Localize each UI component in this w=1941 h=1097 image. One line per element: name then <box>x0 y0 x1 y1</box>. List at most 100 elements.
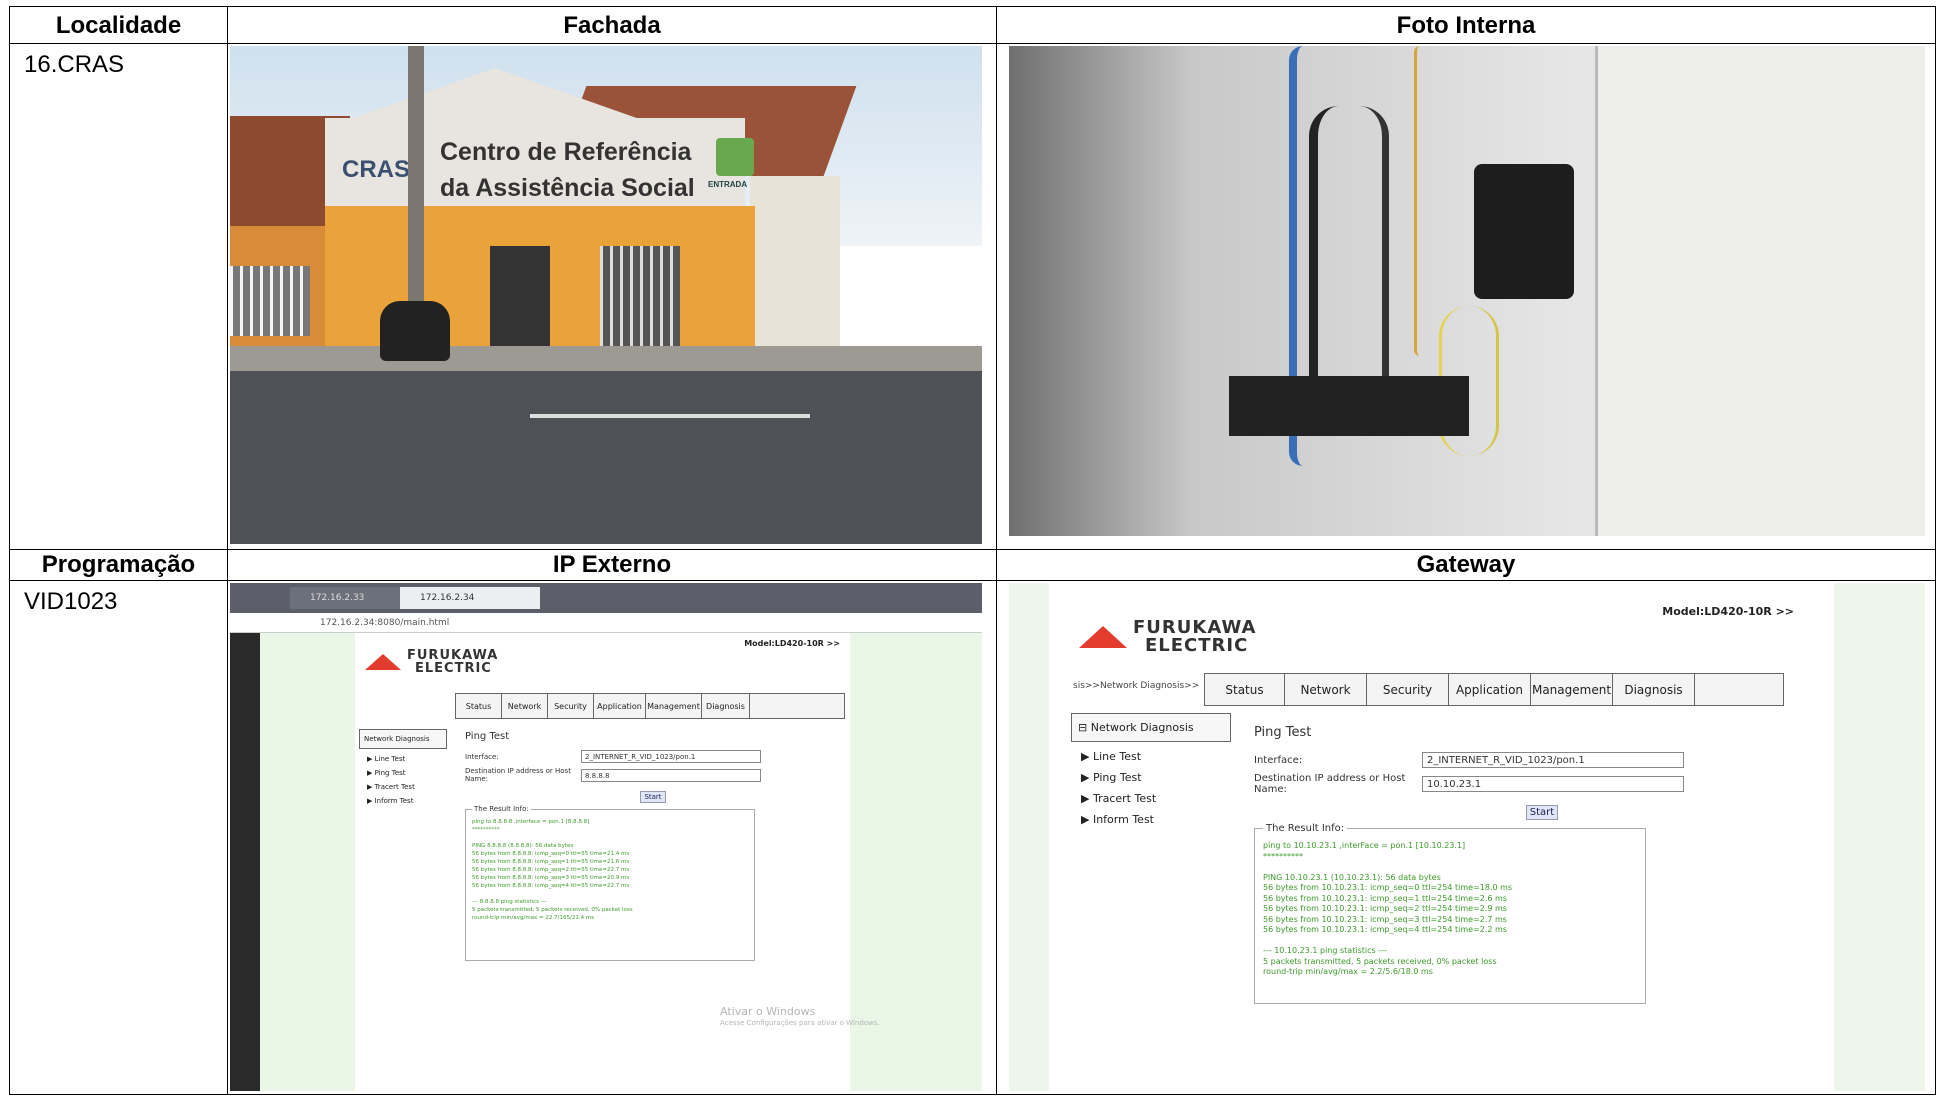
side-nav-head[interactable]: Network Diagnosis <box>359 729 447 749</box>
side-nav-head-label: Network Diagnosis <box>1090 721 1194 734</box>
menu-management[interactable]: Management <box>646 694 702 718</box>
gateway-screenshot: FURUKAWA ELECTRIC Model:LD420-10R >> sis… <box>1009 583 1925 1091</box>
model-link[interactable]: Model:LD420-10R >> <box>1662 605 1794 618</box>
sign-text: Centro de Referência da Assistência Soci… <box>440 134 695 206</box>
side-item-label: Line Test <box>1092 750 1142 763</box>
start-button[interactable]: Start <box>1526 805 1558 820</box>
sign-line-2: da Assistência Social <box>440 174 695 202</box>
interior-panel <box>1595 46 1925 536</box>
browser-titlebar: 172.16.2.33 172.16.2.34 <box>230 583 982 613</box>
result-title: The Result Info: <box>472 805 531 813</box>
interface-label: Interface: <box>1254 754 1303 766</box>
interface-label: Interface: <box>465 752 499 761</box>
header-fachada: Fachada <box>227 6 997 44</box>
result-text: ping to 10.10.23.1 ,interFace = pon.1 [1… <box>1263 841 1513 976</box>
street-stripe <box>530 414 810 418</box>
side-item-line-test[interactable]: ▶ Line Test <box>359 749 447 763</box>
page-title: Ping Test <box>1254 725 1312 740</box>
cras-logo: CRAS <box>342 156 411 183</box>
menu-security[interactable]: Security <box>1367 674 1449 705</box>
browser-tab-2[interactable]: 172.16.2.34 <box>400 587 540 609</box>
side-item-tracert-test[interactable]: ▶ Tracert Test <box>359 777 447 791</box>
page-title: Ping Test <box>465 731 510 742</box>
side-nav: ⊟ Network Diagnosis ▶ Line Test ▶ Ping T… <box>1071 713 1231 826</box>
door <box>490 246 550 356</box>
menu-network[interactable]: Network <box>1285 674 1367 705</box>
browser-tab-1[interactable]: 172.16.2.33 <box>290 587 400 609</box>
gateway-cell: FURUKAWA ELECTRIC Model:LD420-10R >> sis… <box>996 580 1936 1095</box>
house-right <box>750 176 840 356</box>
sign-line-1: Centro de Referência <box>440 138 692 166</box>
dest-row: Destination IP address or Host Name: 10.… <box>1254 773 1814 795</box>
top-menu: Status Network Security Application Mana… <box>455 693 845 719</box>
brand-text: FURUKAWA ELECTRIC <box>1133 619 1256 655</box>
side-item-tracert-test[interactable]: ▶ Tracert Test <box>1071 784 1231 805</box>
menu-application[interactable]: Application <box>594 694 646 718</box>
side-item-label: Inform Test <box>1092 813 1154 826</box>
header-foto-interna: Foto Interna <box>996 6 1936 44</box>
interface-select[interactable]: 2_INTERNET_R_VID_1023/pon.1 <box>581 750 761 763</box>
windows-watermark-sub: Acesse Configurações para ativar o Windo… <box>720 1019 880 1027</box>
result-title: The Result Info: <box>1263 823 1348 834</box>
side-item-label: Ping Test <box>1092 771 1142 784</box>
menu-network[interactable]: Network <box>502 694 548 718</box>
side-item-ping-test[interactable]: ▶ Ping Test <box>1071 763 1231 784</box>
menu-management[interactable]: Management <box>1531 674 1613 705</box>
street <box>230 371 982 544</box>
interior-photo <box>1009 46 1925 536</box>
side-nav: Network Diagnosis ▶ Line Test ▶ Ping Tes… <box>359 729 447 805</box>
entrada-text: ENTRADA <box>708 180 748 189</box>
header-ip-externo: IP Externo <box>227 549 997 581</box>
side-item-inform-test[interactable]: ▶ Inform Test <box>1071 805 1231 826</box>
interior-equipment <box>1229 376 1469 436</box>
breadcrumb: sis>>Network Diagnosis>> <box>1073 681 1200 691</box>
brand-text: FURUKAWA ELECTRIC <box>407 649 498 675</box>
fachada-cell: CRAS Centro de Referência da Assistência… <box>227 43 997 550</box>
foto-interna-cell <box>996 43 1936 550</box>
menu-diagnosis[interactable]: Diagnosis <box>702 694 750 718</box>
side-item-ping-test[interactable]: ▶ Ping Test <box>359 763 447 777</box>
brand-line-2: ELECTRIC <box>1145 635 1249 656</box>
header-localidade: Localidade <box>9 6 228 44</box>
side-item-inform-test[interactable]: ▶ Inform Test <box>359 791 447 805</box>
furukawa-triangle-icon <box>1079 626 1127 648</box>
menu-status[interactable]: Status <box>456 694 502 718</box>
dest-label: Destination IP address or Host Name: <box>1254 773 1406 795</box>
dest-row: Destination IP address or Host Name: 8.8… <box>465 767 845 783</box>
side-nav-head[interactable]: ⊟ Network Diagnosis <box>1071 713 1231 742</box>
header-gateway: Gateway <box>996 549 1936 581</box>
desktop-edge <box>230 633 260 1091</box>
start-button[interactable]: Start <box>640 791 666 803</box>
gate-left <box>230 266 310 336</box>
windows-watermark-title: Ativar o Windows <box>720 1005 816 1018</box>
ip-externo-cell: 172.16.2.33 172.16.2.34 172.16.2.34:8080… <box>227 580 997 1095</box>
interface-row: Interface: 2_INTERNET_R_VID_1023/pon.1 <box>1254 752 1814 768</box>
fachada-photo: CRAS Centro de Referência da Assistência… <box>230 46 982 544</box>
brand-line-2: ELECTRIC <box>415 661 492 676</box>
result-text: ping to 8.8.8.8 ,interface = pon.1 [8.8.… <box>472 819 633 921</box>
furukawa-logo-gateway: FURUKAWA ELECTRIC <box>1079 619 1256 655</box>
interface-select[interactable]: 2_INTERNET_R_VID_1023/pon.1 <box>1422 752 1684 768</box>
dest-input[interactable]: 10.10.23.1 <box>1422 776 1684 792</box>
localidade-value: 16.CRAS <box>9 43 228 550</box>
ping-content: Ping Test Interface: 2_INTERNET_R_VID_10… <box>465 731 845 961</box>
side-item-label: Inform Test <box>374 797 414 805</box>
motorcycle <box>380 301 450 361</box>
result-box: The Result Info: ping to 8.8.8.8 ,interf… <box>465 805 755 961</box>
orange-fiber <box>1414 46 1426 356</box>
router-page-gateway: FURUKAWA ELECTRIC Model:LD420-10R >> sis… <box>1049 583 1834 1091</box>
header-programacao: Programação <box>9 549 228 581</box>
address-bar[interactable]: 172.16.2.34:8080/main.html <box>230 613 982 633</box>
dest-input[interactable]: 8.8.8.8 <box>581 768 761 782</box>
menu-application[interactable]: Application <box>1449 674 1531 705</box>
gate-right <box>600 246 680 356</box>
model-link[interactable]: Model:LD420-10R >> <box>744 639 840 648</box>
side-item-label: Tracert Test <box>1092 792 1157 805</box>
ping-content: Ping Test Interface: 2_INTERNET_R_VID_10… <box>1254 725 1814 1004</box>
menu-status[interactable]: Status <box>1205 674 1285 705</box>
menu-diagnosis[interactable]: Diagnosis <box>1613 674 1695 705</box>
programacao-value: VID1023 <box>9 580 228 1095</box>
menu-security[interactable]: Security <box>548 694 594 718</box>
side-item-label: Tracert Test <box>374 783 415 791</box>
side-item-line-test[interactable]: ▶ Line Test <box>1071 742 1231 763</box>
